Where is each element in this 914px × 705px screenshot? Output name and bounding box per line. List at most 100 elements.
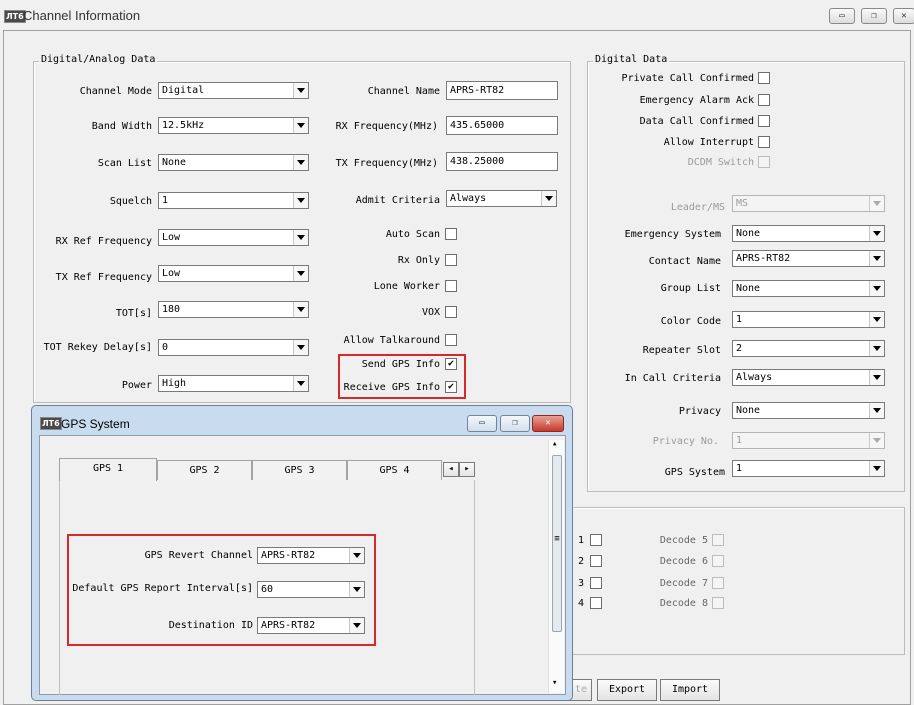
decode-7-checkbox[interactable] (712, 577, 724, 589)
data-call-checkbox[interactable] (758, 115, 770, 127)
contact-name-value: APRS-RT82 (736, 253, 791, 264)
chevron-down-icon (869, 370, 884, 385)
privacy-no-select: 1 (732, 432, 885, 449)
scroll-up-icon[interactable]: ▴ (552, 439, 557, 449)
decode-3-label: 3 (577, 578, 584, 589)
lone-worker-label: Lone Worker (373, 281, 440, 292)
chevron-down-icon (869, 226, 884, 241)
decode-4-checkbox[interactable] (590, 597, 602, 609)
chevron-down-icon (869, 341, 884, 356)
close-button[interactable]: ✕ (893, 8, 914, 24)
private-call-label: Private Call Confirmed (621, 73, 754, 84)
privacy-value: None (736, 405, 761, 416)
decode-5-checkbox[interactable] (712, 534, 724, 546)
allow-talkaround-checkbox[interactable] (445, 334, 457, 346)
tx-frequency-value: 438.25000 (450, 156, 505, 167)
decode-group (560, 507, 905, 655)
private-call-checkbox[interactable] (758, 72, 770, 84)
chevron-down-icon (293, 266, 308, 281)
chevron-down-icon (869, 403, 884, 418)
window-title-bar: ЛТ6 Channel Information ▭ ❐ ✕ (0, 0, 914, 30)
gps-minimize-button[interactable]: ▭ (467, 415, 497, 432)
export-button[interactable]: Export (597, 679, 657, 701)
emergency-ack-checkbox[interactable] (758, 94, 770, 106)
color-code-select[interactable]: 1 (732, 311, 885, 328)
power-label: Power (121, 380, 152, 391)
power-select[interactable]: High (158, 375, 309, 392)
close-icon: ✕ (545, 418, 551, 428)
tab-gps-1[interactable]: GPS 1 (59, 458, 157, 481)
gps-restore-button[interactable]: ❐ (500, 415, 530, 432)
rx-only-label: Rx Only (397, 255, 440, 266)
squelch-value: 1 (162, 195, 169, 206)
leader-ms-label: Leader/MS (670, 202, 725, 213)
tot-rekey-select[interactable]: 0 (158, 339, 309, 356)
gps-info-highlight (338, 354, 466, 399)
contact-name-select[interactable]: APRS-RT82 (732, 250, 885, 267)
chevron-down-icon (293, 155, 308, 170)
tab-gps-4[interactable]: GPS 4 (347, 460, 442, 480)
chevron-down-icon (293, 376, 308, 391)
scroll-down-icon[interactable]: ▾ (552, 678, 557, 688)
restore-button[interactable]: ❐ (861, 8, 887, 24)
power-value: High (162, 378, 187, 389)
minimize-button[interactable]: ▭ (829, 8, 855, 24)
allow-talkaround-label: Allow Talkaround (343, 335, 440, 346)
lone-worker-checkbox[interactable] (445, 280, 457, 292)
gps-system-label: GPS System (664, 467, 725, 478)
scroll-thumb[interactable]: ≡ (552, 455, 562, 632)
allow-interrupt-checkbox[interactable] (758, 136, 770, 148)
decode-1-checkbox[interactable] (590, 534, 602, 546)
chevron-down-icon (293, 118, 308, 133)
privacy-no-value: 1 (736, 435, 743, 446)
emergency-system-select[interactable]: None (732, 225, 885, 242)
band-width-select[interactable]: 12.5kHz (158, 117, 309, 134)
rx-ref-value: Low (162, 232, 181, 243)
decode-3-checkbox[interactable] (590, 577, 602, 589)
rx-frequency-input[interactable]: 435.65000 (446, 116, 558, 135)
tot-select[interactable]: 180 (158, 301, 309, 318)
chevron-down-icon (293, 83, 308, 98)
channel-mode-select[interactable]: Digital (158, 82, 309, 99)
minimize-icon: ▭ (839, 11, 845, 21)
auto-scan-checkbox[interactable] (445, 228, 457, 240)
squelch-select[interactable]: 1 (158, 192, 309, 209)
channel-name-input[interactable]: APRS-RT82 (446, 81, 558, 100)
vox-checkbox[interactable] (445, 306, 457, 318)
decode-6-checkbox[interactable] (712, 555, 724, 567)
color-code-label: Color Code (660, 316, 721, 327)
grip-icon: ≡ (554, 534, 560, 544)
admit-criteria-select[interactable]: Always (446, 190, 557, 207)
scan-list-select[interactable]: None (158, 154, 309, 171)
gps-close-button[interactable]: ✕ (532, 415, 564, 432)
group-list-select[interactable]: None (732, 280, 885, 297)
tab-scroll-right-button[interactable]: ▸ (459, 462, 475, 477)
rx-ref-select[interactable]: Low (158, 229, 309, 246)
channel-mode-value: Digital (162, 85, 205, 96)
gps-system-select[interactable]: 1 (732, 460, 885, 477)
repeater-slot-select[interactable]: 2 (732, 340, 885, 357)
in-call-criteria-select[interactable]: Always (732, 369, 885, 386)
import-button[interactable]: Import (660, 679, 720, 701)
minimize-icon: ▭ (479, 418, 485, 428)
rx-only-checkbox[interactable] (445, 254, 457, 266)
tx-frequency-label: TX Frequency(MHz) (335, 158, 438, 169)
tab-gps-2[interactable]: GPS 2 (157, 460, 252, 480)
decode-2-checkbox[interactable] (590, 555, 602, 567)
tab-gps-3[interactable]: GPS 3 (252, 460, 347, 480)
tx-frequency-input[interactable]: 438.25000 (446, 152, 558, 171)
leader-ms-select: MS (732, 195, 885, 212)
gps-vertical-scrollbar[interactable]: ▴ ≡ ▾ (548, 439, 564, 693)
gps-system-window: ЛТ6 GPS System ▭ ❐ ✕ GPS 1 GPS 2 GPS 3 G… (31, 405, 573, 701)
gps-app-logo-icon: ЛТ6 (40, 417, 62, 430)
chevron-down-icon (869, 196, 884, 211)
tab-scroll-left-button[interactable]: ◂ (443, 462, 459, 477)
chevron-down-icon (869, 433, 884, 448)
privacy-select[interactable]: None (732, 402, 885, 419)
tx-ref-select[interactable]: Low (158, 265, 309, 282)
decode-8-checkbox[interactable] (712, 597, 724, 609)
chevron-down-icon (541, 191, 556, 206)
band-width-value: 12.5kHz (162, 120, 205, 131)
chevron-down-icon (869, 461, 884, 476)
tx-ref-value: Low (162, 268, 181, 279)
